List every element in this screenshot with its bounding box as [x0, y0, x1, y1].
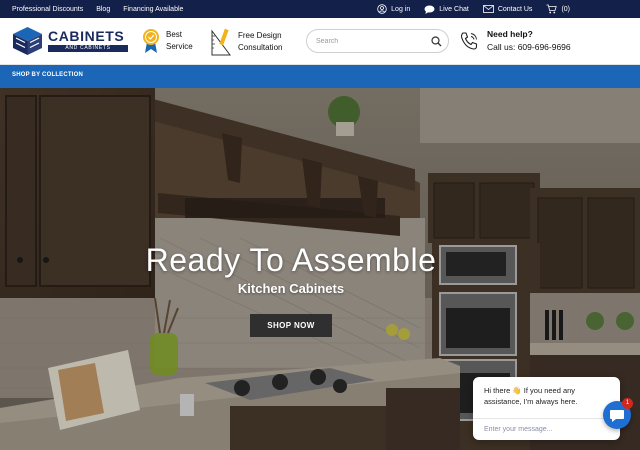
- site-header: CABINETS AND CABINETS Best Service Free …: [0, 18, 640, 65]
- logo-wordmark: CABINETS: [48, 28, 125, 44]
- cart-link[interactable]: (0): [546, 4, 570, 14]
- envelope-icon: [482, 5, 494, 13]
- logo-cube-icon: [13, 27, 42, 55]
- unread-badge: 1: [622, 398, 633, 409]
- account-links: Log in Live Chat Contact Us (0): [377, 4, 640, 14]
- feature-design-line2: Consultation: [238, 43, 283, 52]
- link-professional-discounts[interactable]: Professional Discounts: [12, 6, 83, 13]
- cart-icon: [546, 4, 558, 14]
- help-contact: Need help? Call us: 609-696-9696: [459, 29, 571, 52]
- hero-title: Ready To Assemble: [145, 242, 437, 278]
- shop-by-collection-menu[interactable]: SHOP BY COLLECTION: [12, 72, 83, 78]
- chat-message-input[interactable]: [484, 422, 584, 436]
- feature-service-line1: Best: [166, 30, 183, 39]
- feature-design-line1: Free Design: [238, 31, 282, 40]
- chat-popup: Hi there 👋 If you need any assistance, I…: [473, 377, 620, 440]
- help-phone[interactable]: Call us: 609-696-9696: [487, 42, 571, 52]
- chat-greeting: Hi there 👋 If you need any assistance, I…: [484, 386, 578, 406]
- user-icon: [377, 4, 387, 14]
- shop-now-button[interactable]: SHOP NOW: [250, 314, 332, 337]
- logo-tagline: AND CABINETS: [48, 45, 128, 52]
- link-blog[interactable]: Blog: [96, 6, 110, 13]
- chat-divider: [473, 418, 620, 419]
- top-links: Professional Discounts Blog Financing Av…: [0, 6, 183, 13]
- help-title: Need help?: [487, 29, 533, 39]
- live-chat-link[interactable]: Live Chat: [424, 5, 469, 14]
- award-badge-icon: [143, 29, 159, 53]
- login-label: Log in: [391, 5, 411, 13]
- cart-count: (0): [561, 5, 570, 13]
- live-chat-label: Live Chat: [439, 5, 469, 13]
- design-ruler-icon: [211, 28, 231, 56]
- link-financing[interactable]: Financing Available: [123, 6, 183, 13]
- feature-service-line2: Service: [166, 42, 193, 51]
- search-input[interactable]: [316, 34, 424, 48]
- phone-icon: [460, 31, 478, 50]
- collection-nav: SHOP BY COLLECTION: [0, 65, 640, 88]
- contact-label: Contact Us: [497, 5, 533, 13]
- hero-subtitle: Kitchen Cabinets: [237, 281, 345, 296]
- feature-best-service: Best Service: [142, 28, 193, 54]
- feature-free-design: Free Design Consultation: [210, 28, 282, 56]
- contact-link[interactable]: Contact Us: [482, 5, 533, 13]
- site-logo[interactable]: CABINETS AND CABINETS: [11, 26, 129, 56]
- search-icon[interactable]: [431, 36, 442, 47]
- login-link[interactable]: Log in: [377, 4, 410, 14]
- search-box: [306, 29, 449, 53]
- chat-bubble-icon: [424, 5, 435, 14]
- top-utility-bar: Professional Discounts Blog Financing Av…: [0, 0, 640, 18]
- chat-launcher-button[interactable]: 1: [603, 398, 633, 429]
